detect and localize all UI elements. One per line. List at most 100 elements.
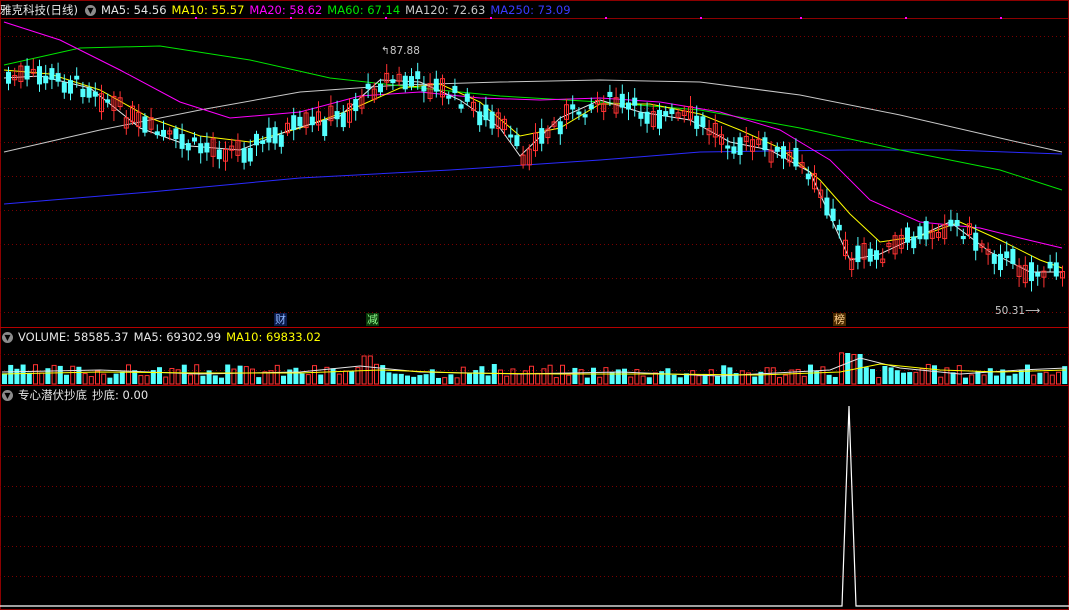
volume-bar xyxy=(653,372,658,385)
candle-body xyxy=(1047,261,1053,269)
volume-bar xyxy=(584,377,590,384)
volume-bar xyxy=(2,373,7,384)
volume-bar xyxy=(237,365,243,384)
volume-bar xyxy=(783,374,789,385)
volume-panel-header: ▼ VOLUME: 58585.37 MA5: 69302.99 MA10: 6983… xyxy=(0,328,326,346)
volume-bar xyxy=(597,376,603,385)
volume-bar xyxy=(646,377,652,384)
volume-bar xyxy=(262,371,268,385)
volume-bar xyxy=(20,364,26,384)
volume-bar xyxy=(516,373,522,385)
candle-body xyxy=(161,129,166,137)
candle-body xyxy=(632,97,638,106)
candle-body xyxy=(774,146,780,152)
volume-bar xyxy=(126,364,131,385)
candle-body xyxy=(570,104,576,110)
candle-body xyxy=(725,145,731,149)
ma120-readout: MA120: 72.63 xyxy=(405,3,486,17)
candle-body xyxy=(762,137,768,151)
candle-body xyxy=(731,146,737,154)
volume-bar xyxy=(1037,372,1043,384)
candle-body xyxy=(37,66,42,85)
volume-bar xyxy=(894,370,900,384)
volume-bar xyxy=(863,367,869,384)
candle-body xyxy=(960,235,966,240)
circle-chevron-down-icon[interactable]: ▼ xyxy=(2,390,13,401)
candle-body xyxy=(663,111,669,117)
candle-body xyxy=(192,137,197,142)
volume-bar xyxy=(107,377,113,384)
volume-bar xyxy=(95,370,100,385)
volume-bar xyxy=(417,375,423,384)
volume-bar xyxy=(330,368,336,384)
volume-bar xyxy=(1031,374,1037,385)
event-marker-ranking[interactable]: 榜 xyxy=(833,313,846,326)
volume-bar xyxy=(119,371,125,384)
candle-body xyxy=(855,245,861,263)
candle-body xyxy=(1035,272,1041,277)
volume-bar xyxy=(39,372,45,385)
candle-body xyxy=(247,147,253,162)
candle-body xyxy=(836,224,842,231)
volume-bar xyxy=(820,366,826,385)
volume-bar xyxy=(88,376,94,385)
candle-body xyxy=(557,121,563,135)
candle-body xyxy=(322,120,328,137)
candle-body xyxy=(954,219,960,227)
volume-bar xyxy=(181,364,187,384)
candle-body xyxy=(626,102,631,110)
candle-body xyxy=(86,87,92,98)
volume-bar xyxy=(305,374,311,385)
candle-body xyxy=(254,133,259,146)
volume-bar xyxy=(529,365,534,385)
candle-body xyxy=(415,71,421,80)
candle-body xyxy=(105,99,111,103)
candle-body xyxy=(6,71,11,84)
circle-chevron-down-icon[interactable]: ▼ xyxy=(84,5,96,16)
volume-bar xyxy=(665,368,671,384)
volume-bar xyxy=(907,372,913,384)
volume-bar xyxy=(349,371,355,384)
chart-canvas[interactable] xyxy=(0,0,1069,610)
candle-body xyxy=(365,83,371,89)
candle-body xyxy=(68,80,73,94)
volume-bar xyxy=(423,374,429,384)
ma60-readout: MA60: 67.14 xyxy=(327,3,401,17)
volume-bar xyxy=(913,371,919,385)
volume-bar xyxy=(839,352,844,385)
volume-bar xyxy=(169,367,175,385)
candle-body xyxy=(1004,251,1010,259)
marker-dot xyxy=(905,17,907,19)
volume-bar xyxy=(188,374,193,385)
volume-bar xyxy=(671,374,677,384)
candle-body xyxy=(508,134,514,138)
volume-bar xyxy=(231,368,237,385)
volume-bar xyxy=(522,370,528,385)
ma250-readout: MA250: 73.09 xyxy=(490,3,571,17)
volume-bar xyxy=(33,364,38,385)
candle-body xyxy=(61,82,67,93)
volume-bar xyxy=(715,375,720,384)
volume-bar xyxy=(1006,375,1012,384)
candle-body xyxy=(576,111,582,115)
candle-body xyxy=(694,115,700,129)
candle-body xyxy=(867,248,873,262)
candle-body xyxy=(464,93,470,102)
candle-body xyxy=(433,78,439,92)
event-marker-financial[interactable]: 财 xyxy=(274,313,287,326)
volume-bar xyxy=(411,376,417,384)
volume-bar xyxy=(801,375,807,385)
candle-body xyxy=(948,219,954,227)
event-marker-reduction[interactable]: 减 xyxy=(366,313,379,326)
candle-body xyxy=(619,93,625,108)
candle-body xyxy=(911,236,917,249)
candle-body xyxy=(923,221,929,240)
candle-body xyxy=(198,143,204,154)
circle-chevron-down-icon[interactable]: ▼ xyxy=(2,332,13,343)
candle-body xyxy=(402,75,408,90)
volume-bar xyxy=(826,374,832,384)
volume-bar xyxy=(510,368,516,385)
volume-bar xyxy=(925,363,931,385)
candle-body xyxy=(458,104,464,109)
volume-bar xyxy=(51,364,57,385)
